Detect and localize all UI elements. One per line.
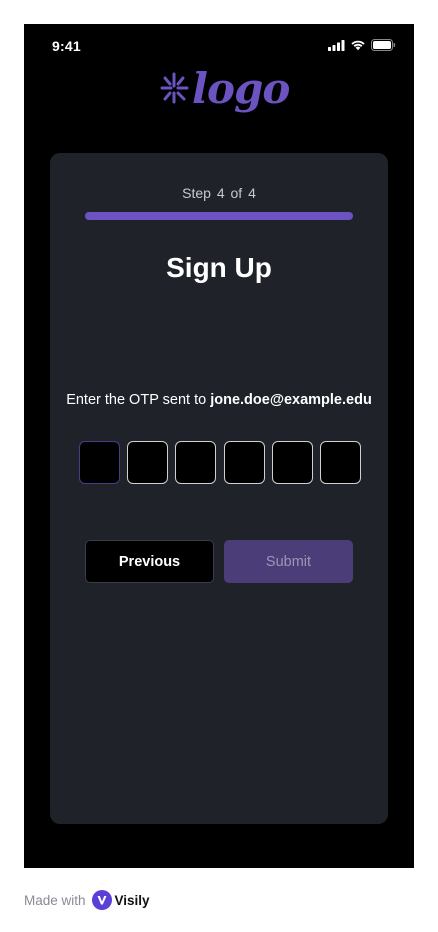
- step-of: of: [230, 185, 243, 201]
- otp-prompt: Enter the OTP sent to jone.doe@example.e…: [50, 392, 388, 408]
- otp-digit-input[interactable]: [271, 441, 313, 484]
- visily-brand-name: Visily: [114, 892, 150, 908]
- otp-email: jone.doe@example.edu: [210, 392, 372, 408]
- step-current: 4: [216, 185, 225, 201]
- otp-input-row: [79, 441, 361, 484]
- battery-icon: [371, 39, 396, 51]
- visily-brand[interactable]: Visily: [91, 890, 150, 910]
- app-logo: logo: [160, 64, 290, 120]
- step-prefix: Step: [182, 185, 211, 201]
- step-total: 4: [248, 185, 256, 201]
- otp-digit-input[interactable]: [175, 441, 217, 484]
- signal-icon: [328, 39, 345, 51]
- otp-prompt-text: Enter the OTP sent to: [66, 392, 207, 408]
- status-bar: 9:41: [24, 24, 414, 68]
- signup-card: Step 4 of 4 Sign Up Enter the OTP sent t…: [50, 153, 388, 824]
- step-indicator: Step 4 of 4: [50, 185, 388, 201]
- logo-wordmark: logo: [192, 64, 290, 113]
- otp-digit-input[interactable]: [320, 441, 361, 484]
- otp-digit-input[interactable]: [223, 441, 265, 484]
- progress-track: [85, 212, 353, 220]
- visily-logo-icon: [91, 890, 112, 910]
- wifi-icon: [351, 40, 365, 51]
- status-icons: [328, 39, 396, 51]
- otp-digit-input[interactable]: [79, 441, 120, 484]
- footer: Made with Visily: [24, 889, 150, 911]
- previous-button[interactable]: Previous: [85, 540, 214, 583]
- phone-screen: 9:41 logo Step 4 of 4 Sign Up Enter the …: [24, 24, 414, 868]
- submit-button[interactable]: Submit: [224, 540, 353, 583]
- progress-fill: [85, 212, 353, 220]
- status-time: 9:41: [52, 38, 81, 54]
- made-with-text: Made with: [24, 892, 86, 908]
- page-title: Sign Up: [166, 252, 272, 283]
- otp-digit-input[interactable]: [127, 441, 169, 484]
